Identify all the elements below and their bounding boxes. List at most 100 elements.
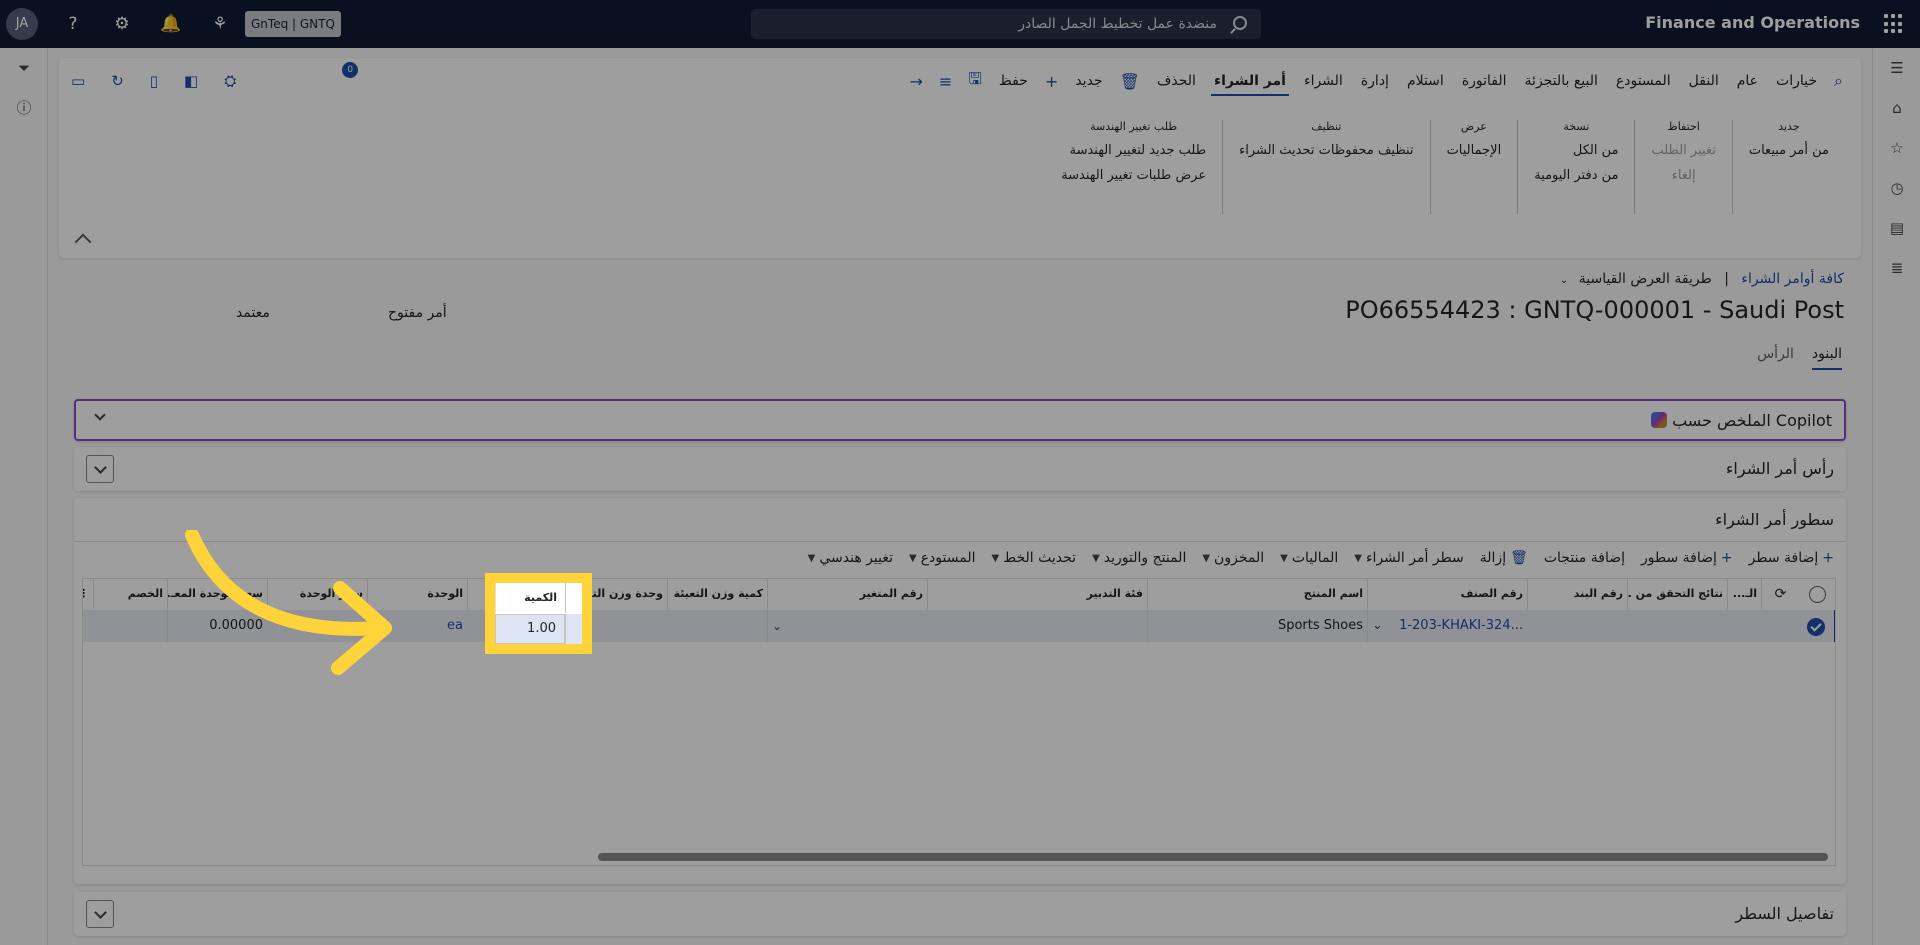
workspaces-icon[interactable]: ▤: [1887, 218, 1907, 238]
group-hold: احتفاظ تغيير الطلب إلغاء: [1634, 120, 1731, 214]
tab-receive[interactable]: استلام: [1398, 64, 1453, 98]
select-all-checkbox[interactable]: [1809, 586, 1826, 603]
line-details-fasttab[interactable]: تفاصيل السطر: [74, 892, 1846, 936]
engineering-change-menu[interactable]: تغيير هندسي ▼: [808, 550, 893, 566]
action-search-icon[interactable]: ⌕: [1826, 71, 1851, 91]
delete-button[interactable]: الحذف: [1148, 64, 1205, 98]
group-copy: نسخة من الكل من دفتر اليومية: [1517, 120, 1634, 214]
filter-icon[interactable]: ⏷: [14, 58, 34, 78]
tab-manage[interactable]: إدارة: [1352, 64, 1398, 98]
change-order-button[interactable]: تغيير الطلب: [1651, 143, 1715, 158]
cancel-button[interactable]: إلغاء: [1651, 168, 1715, 183]
copy-from-journal-button[interactable]: من دفتر اليومية: [1534, 168, 1618, 183]
column-product-name[interactable]: اسم المنتج: [1147, 579, 1367, 609]
save-icon[interactable]: 🖫: [960, 68, 990, 95]
cell-item-no[interactable]: ⌄ 1-203-KHAKI-324...: [1367, 610, 1527, 642]
cell-product-name[interactable]: Sports Shoes: [1147, 610, 1367, 642]
financials-menu[interactable]: الماليات ▼: [1280, 550, 1338, 566]
chevron-down-icon[interactable]: ⌄: [1372, 610, 1383, 642]
horizontal-scrollbar[interactable]: [598, 853, 1828, 861]
product-supply-menu[interactable]: المنتج والتوريد ▼: [1092, 550, 1186, 566]
user-avatar[interactable]: JA: [6, 8, 38, 40]
refresh-icon[interactable]: ↻: [111, 72, 124, 90]
tab-general[interactable]: عام: [1728, 64, 1767, 98]
column-options-icon[interactable]: ⋮: [83, 579, 93, 609]
tab-options[interactable]: خيارات: [1767, 64, 1826, 98]
view-engineering-changes-button[interactable]: عرض طلبات تغيير الهندسة: [1061, 168, 1206, 183]
list-view-icon[interactable]: ≡: [931, 72, 960, 91]
item-no-value: 1-203-KHAKI-324...: [1399, 618, 1523, 633]
collapse-ribbon-icon[interactable]: [74, 233, 92, 251]
tab-purchase-order[interactable]: أمر الشراء: [1205, 64, 1295, 98]
settings-gear-icon[interactable]: ⚙: [111, 13, 133, 35]
modules-list-icon[interactable]: ≣: [1887, 258, 1907, 278]
inventory-menu[interactable]: المخزون ▼: [1202, 550, 1264, 566]
delete-trash-icon[interactable]: 🗑: [1112, 72, 1148, 91]
tab-retail[interactable]: البيع بالتجزئة: [1516, 64, 1607, 98]
tab-invoice[interactable]: الفاتورة: [1453, 64, 1516, 98]
recent-clock-icon[interactable]: ◷: [1887, 178, 1907, 198]
chevron-down-icon[interactable]: ⌄: [1560, 275, 1568, 286]
chevron-down-icon[interactable]: [94, 409, 106, 421]
column-discount[interactable]: الخصم: [93, 579, 167, 609]
column-line-no[interactable]: رقم البند: [1527, 579, 1627, 609]
tab-lines[interactable]: البنود: [1811, 346, 1842, 370]
add-line-button[interactable]: + إضافة سطر: [1749, 550, 1834, 566]
copilot-icon[interactable]: ⚘: [209, 13, 231, 35]
add-products-button[interactable]: إضافة منتجات: [1544, 550, 1625, 566]
home-icon[interactable]: ⌂: [1887, 98, 1907, 118]
update-line-menu[interactable]: تحديث الخط ▼: [992, 550, 1077, 566]
column-variant[interactable]: رقم المتغير: [767, 579, 927, 609]
po-line-menu[interactable]: سطر أمر الشراء ▼: [1354, 550, 1464, 566]
new-engineering-change-button[interactable]: طلب جديد لتغيير الهندسة: [1061, 143, 1206, 158]
new-plus-icon[interactable]: +: [1037, 72, 1066, 91]
po-header-fasttab[interactable]: رأس أمر الشراء: [74, 447, 1846, 491]
copy-from-all-button[interactable]: من الكل: [1534, 143, 1619, 158]
tab-header[interactable]: الرأس: [1757, 346, 1794, 370]
from-sales-order-button[interactable]: من أمر مبيعات: [1749, 143, 1829, 158]
plus-icon: +: [1720, 550, 1733, 566]
copilot-summary-fasttab[interactable]: الملخص حسب Copilot: [74, 399, 1846, 441]
cleanup-history-button[interactable]: تنظيف محفوظات تحديث الشراء: [1239, 143, 1413, 158]
update-line-label: تحديث الخط: [1003, 550, 1077, 566]
search-input[interactable]: منضدة عمل تخطيط الجمل الصادر: [751, 9, 1261, 39]
group-view: عرض الإجماليات: [1429, 120, 1518, 214]
expand-button[interactable]: [86, 900, 114, 928]
office-icon[interactable]: ◧: [184, 72, 198, 90]
page-title: PO66554423 : GNTQ-000001 - Saudi Post: [1345, 296, 1844, 324]
breadcrumb-all-purchase-orders[interactable]: كافة أوامر الشراء: [1741, 271, 1844, 287]
company-selector[interactable]: GnTeq | GNTQ: [245, 11, 341, 37]
help-icon[interactable]: ?: [62, 13, 84, 35]
status-open: أمر مفتوح: [388, 305, 447, 321]
info-icon[interactable]: ⓘ: [14, 98, 34, 118]
line-details-title: تفاصيل السطر: [1735, 904, 1834, 923]
totals-button[interactable]: الإجماليات: [1447, 143, 1502, 158]
notes-icon[interactable]: ▯: [150, 72, 158, 90]
column-n[interactable]: الـ...: [1727, 579, 1761, 609]
hamburger-menu-icon[interactable]: ☰: [1887, 58, 1907, 78]
app-launcher-icon[interactable]: [1884, 14, 1904, 34]
refresh-grid-icon[interactable]: ⟳: [1761, 579, 1799, 609]
notification-bell-icon[interactable]: 🔔: [160, 13, 182, 35]
column-item-no[interactable]: رقم الصنف: [1367, 579, 1527, 609]
save-button[interactable]: حفظ: [990, 64, 1037, 98]
remove-button[interactable]: 🗑 إزالة: [1480, 550, 1528, 566]
view-selector[interactable]: طريقة العرض القياسية: [1579, 271, 1712, 287]
column-pack-qty[interactable]: كمية وزن التعبئة: [667, 579, 767, 609]
new-button[interactable]: جديد: [1066, 64, 1111, 98]
column-validation[interactable]: نتائج التحقق من ...: [1627, 579, 1727, 609]
tab-purchase[interactable]: الشراء: [1295, 64, 1352, 98]
tab-transportation[interactable]: النقل: [1680, 64, 1728, 98]
favorites-star-icon[interactable]: ☆: [1887, 138, 1907, 158]
row-selected-checkbox[interactable]: [1807, 618, 1825, 636]
variant-dropdown-chevron-icon[interactable]: ⌄: [767, 610, 927, 642]
tab-warehouse[interactable]: المستودع: [1607, 64, 1680, 98]
back-arrow-icon[interactable]: →: [901, 72, 930, 91]
attach-icon[interactable]: ▭: [71, 72, 85, 90]
warehouse-menu[interactable]: المستودع ▼: [909, 550, 976, 566]
add-lines-button[interactable]: + إضافة سطور: [1641, 550, 1733, 566]
expand-button[interactable]: [86, 455, 114, 483]
column-procurement[interactable]: فئة التدبير: [927, 579, 1147, 609]
power-apps-icon[interactable]: ⛭: [224, 72, 236, 90]
chevron-down-icon: ▼: [909, 552, 917, 564]
